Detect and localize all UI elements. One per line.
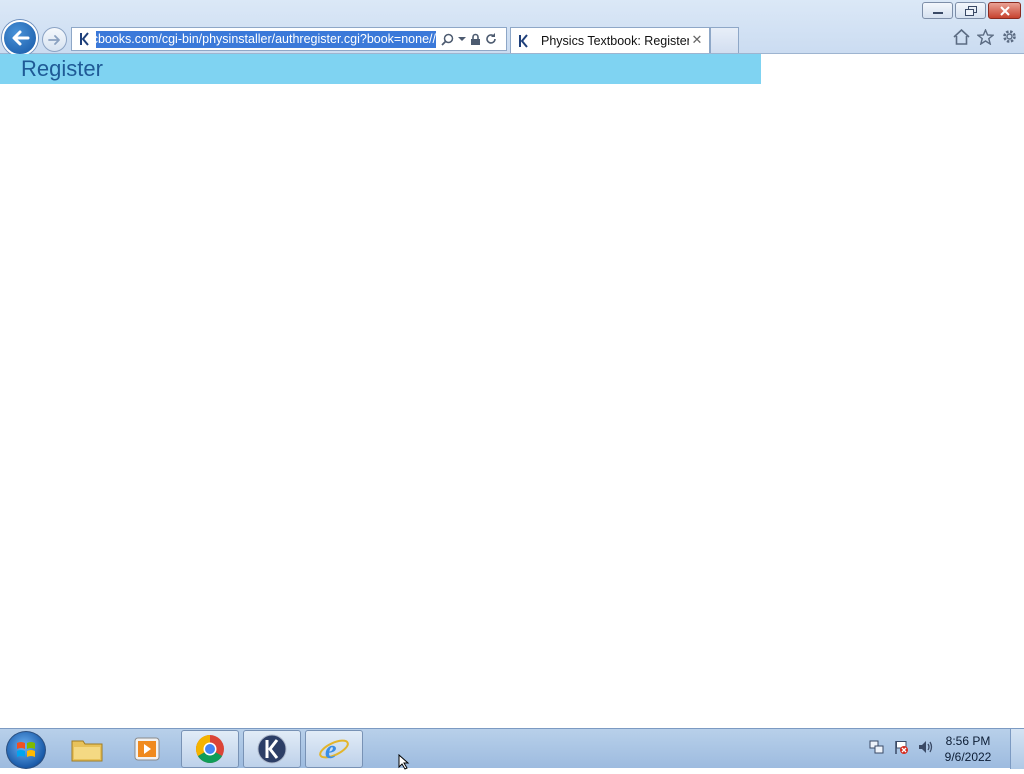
tab-close-icon[interactable]: ✕ bbox=[689, 33, 705, 49]
taskbar: e 8:56 PM 9/6/2022 bbox=[0, 728, 1024, 769]
back-button[interactable] bbox=[2, 20, 38, 56]
system-tray bbox=[869, 739, 934, 759]
taskbar-kiosk-app[interactable] bbox=[243, 730, 301, 768]
back-arrow-icon bbox=[12, 30, 30, 46]
chrome-icon bbox=[196, 735, 224, 763]
search-icon[interactable] bbox=[441, 33, 454, 46]
chevron-down-icon[interactable] bbox=[458, 36, 466, 42]
clock-time: 8:56 PM bbox=[945, 734, 991, 748]
tab-title: Physics Textbook: Register bbox=[541, 33, 689, 48]
minimize-button[interactable] bbox=[922, 2, 953, 19]
page-content: Register bbox=[0, 54, 1024, 728]
show-desktop-button[interactable] bbox=[1010, 729, 1024, 769]
new-tab-button[interactable] bbox=[710, 27, 739, 53]
volume-icon[interactable] bbox=[917, 739, 934, 759]
svg-text:e: e bbox=[325, 735, 337, 764]
close-icon bbox=[999, 5, 1010, 16]
window-controls bbox=[922, 2, 1021, 19]
taskbar-internet-explorer[interactable]: e bbox=[305, 730, 363, 768]
mouse-cursor-icon bbox=[398, 753, 412, 774]
clock-date: 9/6/2022 bbox=[944, 750, 992, 764]
tab-favicon-icon bbox=[517, 33, 533, 49]
register-header-bar: Register bbox=[0, 54, 761, 84]
home-icon[interactable] bbox=[953, 28, 970, 45]
restore-icon bbox=[964, 5, 977, 16]
taskbar-file-explorer[interactable] bbox=[58, 730, 116, 768]
forward-arrow-icon bbox=[47, 34, 60, 45]
kiosk-app-icon bbox=[257, 734, 287, 764]
refresh-icon[interactable] bbox=[485, 33, 497, 45]
star-icon[interactable] bbox=[977, 28, 994, 45]
minimize-icon bbox=[932, 11, 943, 14]
folder-icon bbox=[71, 740, 103, 762]
tab-physics-textbook-register[interactable]: Physics Textbook: Register ✕ bbox=[510, 27, 710, 53]
restore-button[interactable] bbox=[955, 2, 986, 19]
browser-chrome: //sticbooks.com/cgi-bin/physinstaller/au… bbox=[0, 0, 1024, 56]
taskbar-chrome[interactable] bbox=[181, 730, 239, 768]
windows-logo-icon bbox=[17, 742, 35, 757]
lock-icon[interactable] bbox=[470, 33, 481, 46]
media-player-icon bbox=[134, 737, 160, 761]
gear-icon[interactable] bbox=[1001, 28, 1018, 45]
page-title: Register bbox=[21, 56, 103, 81]
close-window-button[interactable] bbox=[988, 2, 1021, 19]
taskbar-clock[interactable]: 8:56 PM 9/6/2022 bbox=[938, 733, 998, 765]
forward-button[interactable] bbox=[42, 27, 67, 52]
site-favicon-icon bbox=[77, 31, 93, 47]
start-button[interactable] bbox=[6, 731, 46, 769]
network-icon[interactable] bbox=[869, 739, 885, 759]
action-center-flag-icon[interactable] bbox=[893, 739, 909, 759]
internet-explorer-icon: e bbox=[319, 735, 349, 764]
url-input[interactable]: //sticbooks.com/cgi-bin/physinstaller/au… bbox=[96, 30, 436, 48]
address-bar[interactable]: //sticbooks.com/cgi-bin/physinstaller/au… bbox=[71, 27, 507, 51]
taskbar-media-player[interactable] bbox=[118, 730, 176, 768]
